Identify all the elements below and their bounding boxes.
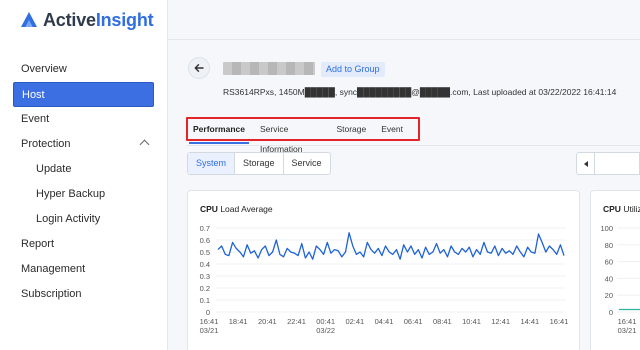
segment-service[interactable]: Service xyxy=(284,153,330,174)
cpu-load-average-card: CPU Load Average 0.7 0.6 0.5 0.4 0.3 0.2 0.1 0 1… xyxy=(187,190,580,350)
x-tick-label: 02:41 xyxy=(345,317,364,326)
tab-event[interactable]: Event xyxy=(381,119,403,139)
add-to-group-button[interactable]: Add to Group xyxy=(321,62,385,77)
sidebar-item-subscription[interactable]: Subscription xyxy=(0,282,168,307)
sidebar-item-hyper-backup[interactable]: Hyper Backup xyxy=(0,182,168,207)
y-tick-label: 60 xyxy=(605,258,613,267)
sidebar-item-management[interactable]: Management xyxy=(0,257,168,282)
x-tick-label: 00:41 03/22 xyxy=(316,317,335,335)
series-line xyxy=(217,232,565,260)
tab-storage[interactable]: Storage xyxy=(336,119,366,139)
segment-storage[interactable]: Storage xyxy=(235,153,284,174)
main-content: Add to Group RS3614RPxs, 1450M█████, syn… xyxy=(168,0,640,350)
tab-performance[interactable]: Performance xyxy=(189,119,249,144)
y-tick-label: 0.2 xyxy=(200,284,210,293)
x-tick-label: 08:41 xyxy=(433,317,452,326)
sidebar-nav: Overview Host Event Protection Update Hy… xyxy=(0,57,168,307)
tabs-divider xyxy=(186,145,640,146)
sidebar-item-overview[interactable]: Overview xyxy=(0,57,168,82)
x-tick-label: 10:41 xyxy=(462,317,481,326)
sidebar-item-update[interactable]: Update xyxy=(0,157,168,182)
previous-range-button[interactable] xyxy=(577,153,595,174)
sidebar-item-protection[interactable]: Protection xyxy=(0,132,168,157)
back-button[interactable] xyxy=(188,57,210,79)
brand-logo[interactable]: ActiveInsight xyxy=(20,9,154,31)
time-range-picker[interactable] xyxy=(576,152,640,175)
sidebar-item-host[interactable]: Host xyxy=(13,82,154,107)
y-tick-label: 0 xyxy=(206,308,210,317)
logo-mark-icon xyxy=(21,12,37,27)
device-info: RS3614RPxs, 1450M█████, sync█████████@██… xyxy=(223,87,617,97)
sidebar: ActiveInsight Overview Host Event Protec… xyxy=(0,0,168,350)
y-tick-label: 80 xyxy=(605,241,613,250)
arrow-left-icon xyxy=(194,64,204,72)
sidebar-item-event[interactable]: Event xyxy=(0,107,168,132)
cpu-utilization-chart: 100 80 60 40 20 0 16:41 03/21 xyxy=(600,224,640,335)
sidebar-item-report[interactable]: Report xyxy=(0,232,168,257)
chevron-up-icon[interactable] xyxy=(139,139,150,150)
segment-system[interactable]: System xyxy=(188,153,236,174)
cpu-load-chart: 0.7 0.6 0.5 0.4 0.3 0.2 0.1 016:41 03/21 18:41 20:… xyxy=(200,224,569,335)
x-tick-label: 12:41 xyxy=(491,317,510,326)
y-tick-label: 0.6 xyxy=(200,236,210,245)
x-tick-label: 20:41 xyxy=(258,317,277,326)
performance-segment-control: System Storage Service xyxy=(187,152,331,175)
x-tick-label: 16:41 xyxy=(550,317,569,326)
y-tick-label: 0.1 xyxy=(200,296,210,305)
tab-service-information[interactable]: Service Information xyxy=(260,119,322,154)
y-tick-label: 0 xyxy=(609,308,613,317)
y-tick-label: 0.3 xyxy=(200,272,210,281)
top-bar xyxy=(168,0,640,40)
x-tick-label: 16:41 03/21 xyxy=(200,317,219,335)
brand-name: ActiveInsight xyxy=(43,9,154,30)
sidebar-item-label: Protection xyxy=(21,138,71,150)
y-tick-label: 0.4 xyxy=(200,260,210,269)
y-tick-label: 20 xyxy=(605,291,613,300)
caret-left-icon xyxy=(583,160,588,167)
y-tick-label: 100 xyxy=(600,224,613,233)
x-tick-label: 06:41 xyxy=(404,317,423,326)
x-tick-label: 04:41 xyxy=(375,317,394,326)
y-tick-label: 0.7 xyxy=(200,224,210,233)
x-tick-label: 18:41 xyxy=(229,317,248,326)
device-name-redacted xyxy=(223,62,315,75)
y-tick-label: 0.5 xyxy=(200,248,210,257)
detail-tabs: Performance Service Information Storage … xyxy=(186,117,420,154)
y-tick-label: 40 xyxy=(605,274,613,283)
x-tick-label: 22:41 xyxy=(287,317,306,326)
cpu-utilization-card: CPU Utiliz 100 80 60 40 20 0 16:41 03/21 xyxy=(590,190,640,350)
x-tick-label: 16:41 03/21 xyxy=(618,317,637,335)
app-root: ActiveInsight Overview Host Event Protec… xyxy=(0,0,640,350)
sidebar-item-login-activity[interactable]: Login Activity xyxy=(0,207,168,232)
x-tick-label: 14:41 xyxy=(520,317,539,326)
